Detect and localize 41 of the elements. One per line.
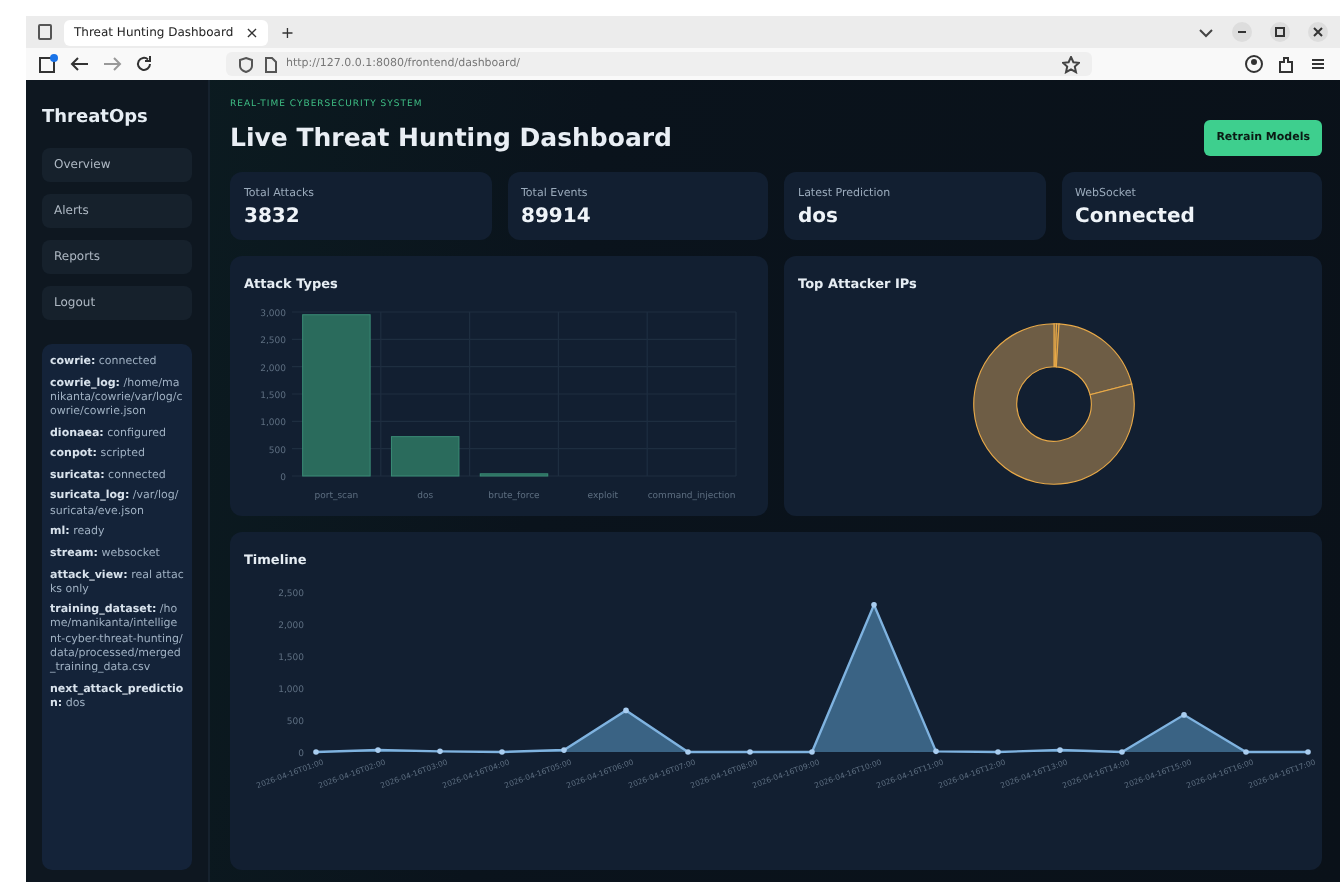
data-point (623, 707, 629, 714)
page-icon (262, 55, 278, 73)
data-point (561, 747, 567, 753)
bar (390, 436, 460, 477)
close-icon[interactable] (1308, 22, 1328, 42)
brand-title: ThreatOps (42, 108, 150, 128)
data-point (437, 748, 443, 755)
data-point (747, 749, 753, 755)
data-point (685, 749, 691, 755)
data-point (1243, 749, 1249, 755)
data-point (1181, 712, 1187, 718)
data-point (499, 749, 505, 755)
stat-value: Connected (1075, 206, 1197, 228)
tab-list-icon[interactable] (38, 24, 52, 40)
stat-value: 3832 (244, 206, 302, 228)
sidebar-icon[interactable] (38, 54, 58, 74)
star-icon[interactable] (1062, 55, 1080, 73)
account-icon[interactable] (1244, 54, 1264, 74)
extensions-icon[interactable] (1276, 54, 1296, 74)
shield-icon (238, 55, 254, 73)
data-point (1057, 747, 1063, 753)
new-tab-button[interactable]: + (280, 23, 295, 41)
minimize-icon[interactable] (1232, 22, 1252, 42)
reload-icon[interactable] (134, 54, 154, 74)
data-point (871, 602, 877, 608)
data-point (995, 749, 1001, 755)
stat-value: 89914 (521, 206, 593, 228)
menu-icon[interactable] (1308, 54, 1328, 74)
forward-icon[interactable] (102, 54, 122, 74)
back-icon[interactable] (70, 54, 90, 74)
data-point (809, 749, 815, 755)
stat-value: dos (798, 206, 840, 228)
data-point (313, 749, 319, 755)
data-point (1119, 749, 1125, 755)
data-point (933, 748, 939, 755)
chevron-down-icon[interactable] (1198, 24, 1214, 40)
data-point (1305, 749, 1311, 755)
data-point (375, 747, 381, 753)
page-title: Live Threat Hunting Dashboard (230, 122, 673, 152)
restore-icon[interactable] (1270, 22, 1290, 42)
close-tab-button[interactable]: × (245, 23, 259, 41)
